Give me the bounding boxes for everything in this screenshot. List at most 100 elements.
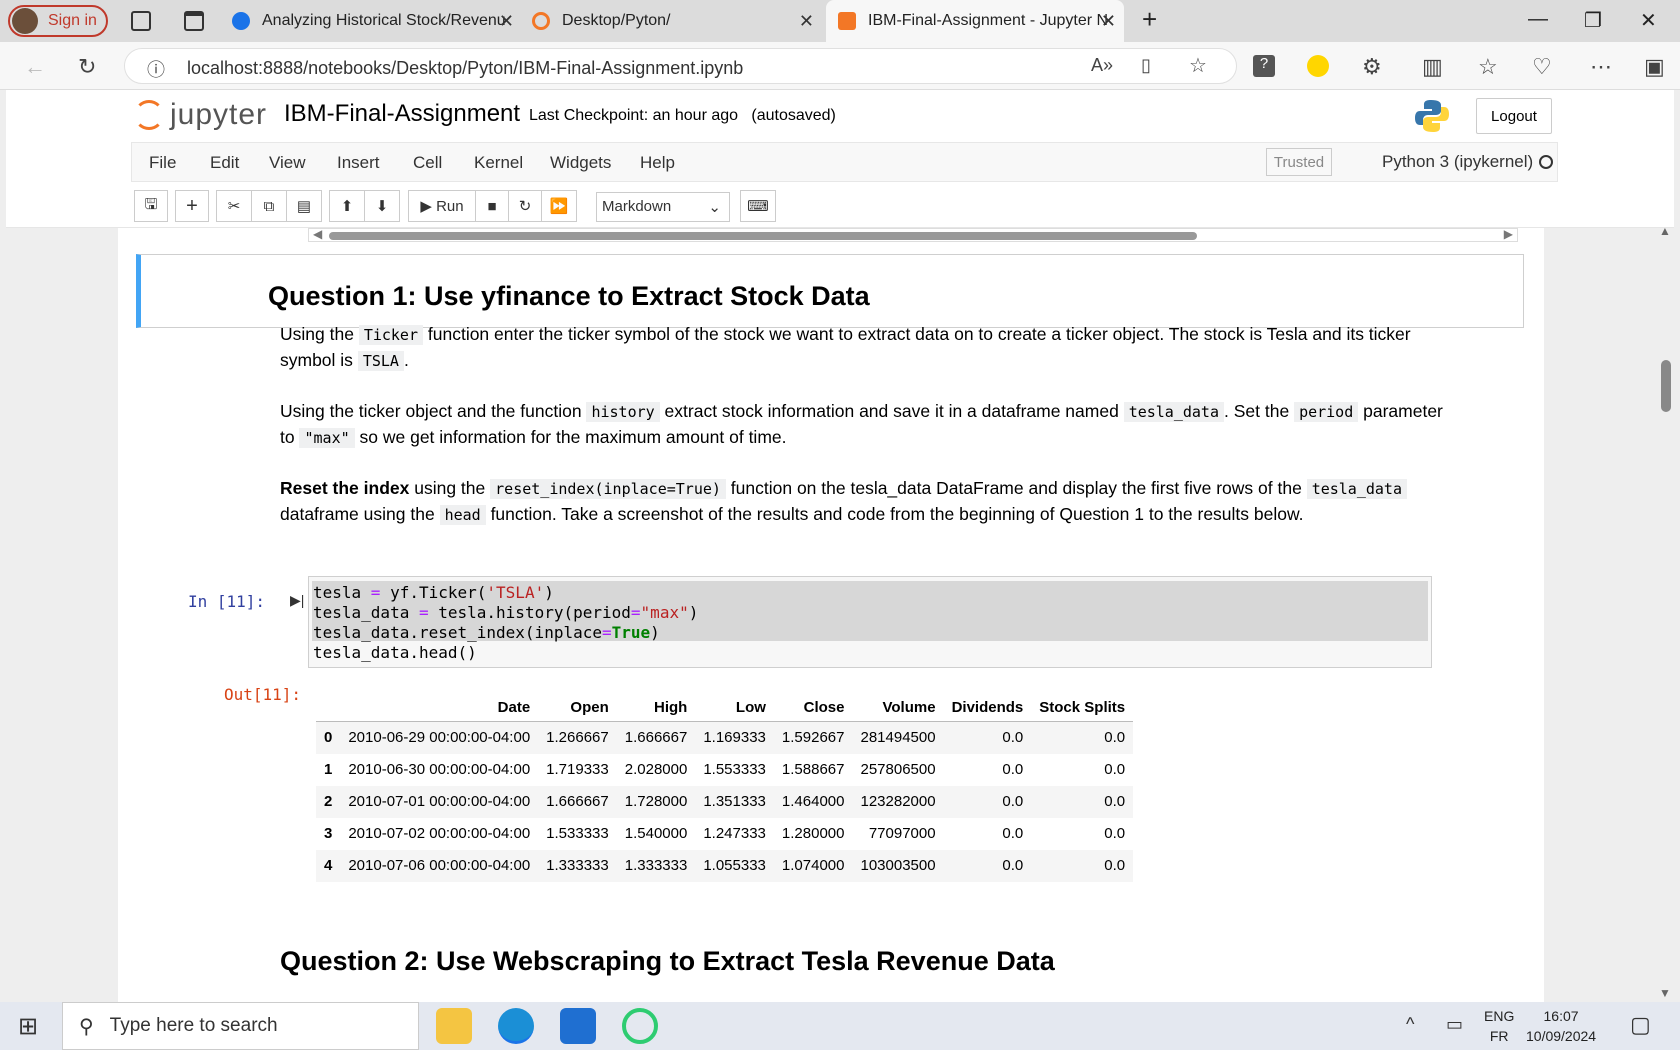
column-header: Volume	[882, 699, 936, 716]
logout-button[interactable]: Logout	[1476, 98, 1552, 134]
restart-icon[interactable]: ↻	[508, 190, 542, 222]
menu-kernel[interactable]: Kernel	[474, 153, 523, 173]
table-cell: 257806500	[860, 761, 936, 778]
move-down-icon[interactable]: ⬇	[364, 190, 400, 222]
close-tab-icon[interactable]: ✕	[799, 11, 814, 32]
menu-view[interactable]: View	[269, 153, 306, 173]
insert-cell-icon[interactable]: +	[175, 190, 209, 222]
show-hidden-icons-icon[interactable]: ^	[1406, 1014, 1414, 1035]
table-cell: 2.028000	[624, 761, 688, 778]
cut-icon[interactable]: ✂	[216, 190, 252, 222]
table-header-row: Date Open High Low Close Volume Dividend…	[316, 694, 1134, 722]
file-explorer-icon[interactable]	[436, 1008, 472, 1044]
restore-icon[interactable]: ❐	[1584, 8, 1602, 33]
paste-icon[interactable]: ▤	[286, 190, 322, 222]
menu-file[interactable]: File	[149, 153, 176, 173]
language-top: ENG	[1484, 1008, 1515, 1024]
taskbar-search-box[interactable]: ⚲ Type here to search	[62, 1002, 419, 1050]
close-tab-icon[interactable]: ✕	[1101, 11, 1116, 32]
cell-type-select[interactable]: Markdown ⌄	[596, 192, 730, 222]
close-window-icon[interactable]: ✕	[1640, 8, 1657, 33]
more-options-icon[interactable]: ⋯	[1590, 54, 1612, 80]
menu-cell[interactable]: Cell	[413, 153, 442, 173]
save-icon[interactable]: 🖫	[134, 190, 168, 222]
table-cell: 123282000	[860, 793, 936, 810]
table-cell: 281494500	[860, 729, 936, 747]
code-line-4: tesla_data.head()	[313, 643, 477, 662]
table-cell: 2010-07-06 00:00:00-04:00	[348, 857, 531, 874]
sign-in-button[interactable]: Sign in	[8, 5, 108, 37]
read-aloud-icon[interactable]: A»	[1091, 55, 1113, 76]
menu-help[interactable]: Help	[640, 153, 675, 173]
immersive-reader-icon[interactable]: ▯	[1141, 55, 1151, 76]
scroll-right-icon[interactable]: ▶	[1504, 228, 1513, 241]
tab-actions-icon[interactable]	[184, 11, 204, 31]
windows-taskbar: ⊞ ⚲ Type here to search ^ ▭ ENG FR 16:07 1…	[0, 1002, 1680, 1050]
windows-start-icon[interactable]: ⊞	[18, 1012, 38, 1041]
scroll-left-icon[interactable]: ◀	[313, 228, 322, 241]
clock-time: 16:07	[1543, 1008, 1579, 1024]
table-cell: 0.0	[1104, 761, 1126, 778]
scroll-up-icon[interactable]: ▲	[1659, 224, 1671, 238]
browser-essentials-icon[interactable]: ♡	[1532, 54, 1552, 80]
trusted-indicator[interactable]: Trusted	[1266, 148, 1332, 176]
tab-desktop-pyton[interactable]: Desktop/Pyton/ ✕	[532, 0, 822, 42]
address-bar[interactable]: ⓘ localhost:8888/notebooks/Desktop/Pyton…	[124, 48, 1237, 84]
scroll-down-icon[interactable]: ▼	[1659, 986, 1671, 1000]
battery-icon[interactable]: ▭	[1446, 1014, 1463, 1035]
edge-browser-icon[interactable]	[498, 1008, 534, 1044]
app-icon[interactable]	[622, 1008, 658, 1044]
close-tab-icon[interactable]: ✕	[499, 11, 514, 32]
table-row: 2 2010-07-01 00:00:00-04:00 1.666667 1.7280…	[316, 785, 1134, 818]
extension-icon[interactable]	[1307, 55, 1329, 77]
help-extension-icon[interactable]: ?	[1253, 55, 1275, 77]
taskbar-clock[interactable]: 16:07 10/09/2024	[1526, 1006, 1596, 1046]
python-logo-icon	[1415, 100, 1449, 132]
clock-date: 10/09/2024	[1526, 1028, 1597, 1044]
table-cell: 2010-07-01 00:00:00-04:00	[348, 793, 531, 810]
tab-analyzing-stock[interactable]: Analyzing Historical Stock/Revenu ✕	[232, 0, 522, 42]
extensions-puzzle-icon[interactable]: ⚙	[1362, 54, 1382, 80]
table-cell: 0.0	[1002, 761, 1024, 778]
menu-widgets[interactable]: Widgets	[550, 153, 611, 173]
notebook-name[interactable]: IBM-Final-Assignment	[284, 100, 520, 128]
url-text[interactable]: localhost:8888/notebooks/Desktop/Pyton/I…	[187, 58, 743, 79]
site-info-icon[interactable]: ⓘ	[147, 56, 165, 82]
menu-edit[interactable]: Edit	[210, 153, 239, 173]
refresh-icon[interactable]: ↻	[78, 54, 96, 80]
column-header: Close	[803, 699, 845, 716]
code-cell[interactable]: tesla = yf.Ticker('TSLA') tesla_data = t…	[308, 576, 1432, 668]
column-header: High	[654, 699, 688, 716]
move-up-icon[interactable]: ⬆	[329, 190, 365, 222]
table-cell: 0.0	[1104, 825, 1126, 842]
notifications-icon[interactable]: ▢	[1630, 1012, 1651, 1038]
run-cell-icon[interactable]: ▶|	[290, 592, 304, 609]
run-button[interactable]: ▶ Run	[408, 190, 476, 222]
profile-avatar	[12, 8, 38, 34]
vertical-scrollbar[interactable]: ▲ ▼	[1656, 224, 1680, 1000]
menu-insert[interactable]: Insert	[337, 153, 380, 173]
sidebar-icon[interactable]: ▣	[1644, 54, 1665, 80]
new-tab-icon[interactable]: +	[1142, 4, 1157, 35]
horizontal-scrollbar[interactable]: ◀ ▶	[308, 228, 1518, 242]
interrupt-icon[interactable]: ■	[475, 190, 509, 222]
copy-icon[interactable]: ⧉	[251, 190, 287, 222]
table-cell: 0.0	[1002, 825, 1024, 842]
row-index: 1	[324, 761, 333, 778]
vertical-scroll-thumb[interactable]	[1661, 360, 1671, 412]
minimize-icon[interactable]: —	[1528, 8, 1548, 31]
split-screen-icon[interactable]: ▥	[1422, 54, 1443, 80]
restart-run-all-icon[interactable]: ⏩	[541, 190, 577, 222]
selected-markdown-cell[interactable]: Question 1: Use yfinance to Extract Stoc…	[136, 254, 1524, 328]
jupyter-logo[interactable]: jupyter	[134, 98, 267, 132]
mail-icon[interactable]	[560, 1008, 596, 1044]
favorite-star-icon[interactable]: ☆	[1189, 53, 1207, 78]
horizontal-scroll-thumb[interactable]	[329, 232, 1197, 240]
workspaces-icon[interactable]	[131, 11, 151, 31]
command-palette-icon[interactable]: ⌨	[740, 190, 776, 222]
tab-ibm-final-assignment[interactable]: IBM-Final-Assignment - Jupyter N ✕	[826, 0, 1124, 42]
kernel-name[interactable]: Python 3 (ipykernel)	[1382, 152, 1533, 172]
language-indicator[interactable]: ENG FR	[1484, 1006, 1514, 1046]
favorites-icon[interactable]: ☆	[1478, 54, 1498, 80]
back-icon[interactable]: ←	[24, 54, 46, 80]
